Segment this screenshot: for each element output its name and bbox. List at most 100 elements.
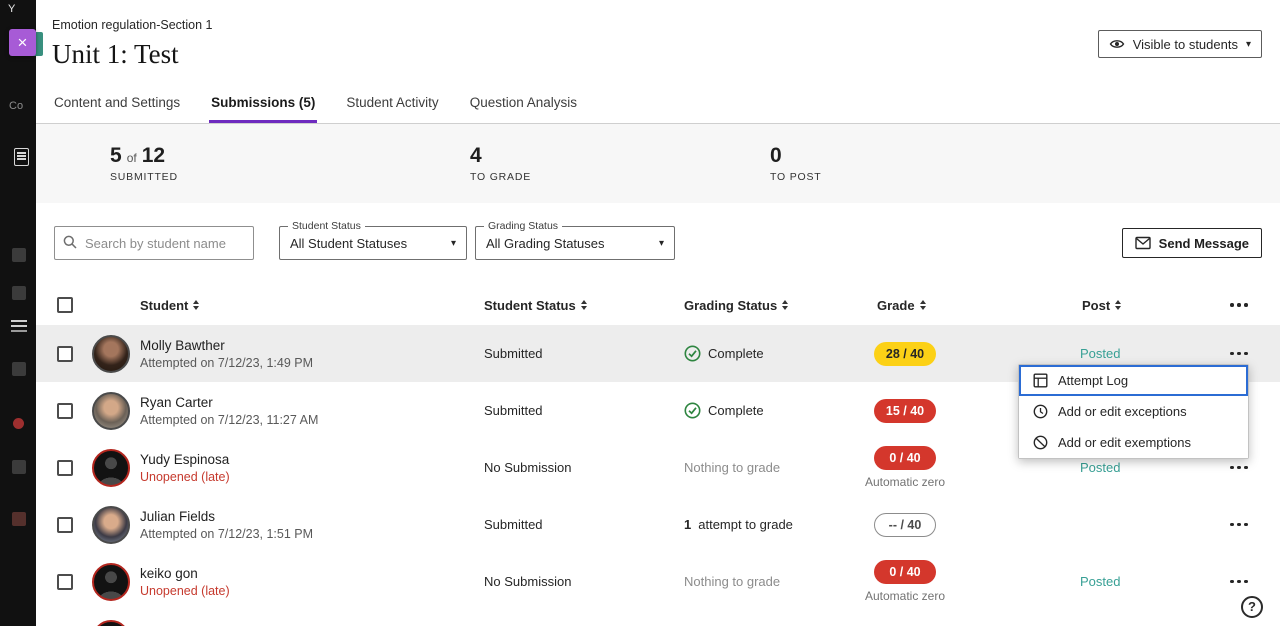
row-checkbox[interactable]: [57, 346, 73, 362]
avatar: [92, 449, 130, 487]
post-status[interactable]: Posted: [1080, 346, 1120, 361]
col-header-post[interactable]: Post: [1050, 298, 1200, 313]
close-panel-button[interactable]: ×: [9, 29, 36, 56]
rail-text: Y: [8, 3, 15, 15]
row-overflow-menu[interactable]: [1228, 517, 1280, 533]
dropdown-value: All Student Statuses: [290, 236, 451, 251]
grade-pill[interactable]: 0 / 40: [874, 446, 936, 470]
attempt-info: Attempted on 7/12/23, 1:51 PM: [140, 527, 484, 541]
search-input[interactable]: [54, 226, 254, 260]
dropdown-value: All Grading Statuses: [486, 236, 659, 251]
stat-total: 12: [142, 144, 165, 168]
tab-student-activity[interactable]: Student Activity: [344, 87, 440, 123]
student-name-link[interactable]: Yudy Espinosa: [140, 452, 484, 467]
attempt-log-icon: [1032, 373, 1048, 388]
dropdown-label: Student Status: [288, 220, 365, 232]
grade-pill[interactable]: 28 / 40: [874, 342, 936, 366]
student-name-link[interactable]: Ryan Carter: [140, 395, 484, 410]
grade-pill[interactable]: -- / 40: [874, 513, 936, 537]
col-header-grade[interactable]: Grade: [855, 298, 1050, 313]
grade-note: Automatic zero: [865, 475, 945, 489]
tab-content-and-settings[interactable]: Content and Settings: [52, 87, 182, 123]
col-header-student-status[interactable]: Student Status: [484, 298, 684, 313]
student-status-cell: No Submission: [484, 574, 684, 589]
stat-value: 4: [470, 144, 482, 168]
attempt-info: Attempted on 7/12/23, 1:49 PM: [140, 356, 484, 370]
row-checkbox[interactable]: [57, 574, 73, 590]
tab-question-analysis[interactable]: Question Analysis: [468, 87, 579, 123]
alert-dot-icon: [13, 418, 24, 429]
breadcrumb: Emotion regulation-Section 1: [52, 18, 1260, 32]
student-name-link[interactable]: Molly Bawther: [140, 338, 484, 353]
rail-icon: [12, 286, 26, 300]
chevron-down-icon: ▾: [659, 238, 664, 249]
post-status[interactable]: Posted: [1080, 460, 1120, 475]
attempt-info: Attempted on 7/12/23, 11:27 AM: [140, 413, 484, 427]
stat-label: TO POST: [770, 171, 1130, 183]
table-row: Julian Fields Attempted on 7/12/23, 1:51…: [36, 496, 1280, 553]
stat-to-grade: 4 TO GRADE: [470, 144, 770, 203]
row-checkbox[interactable]: [57, 403, 73, 419]
row-checkbox[interactable]: [57, 517, 73, 533]
row-overflow-menu[interactable]: [1228, 574, 1280, 590]
student-status-cell: Submitted: [484, 403, 684, 418]
grade-pill[interactable]: 0 / 40: [874, 560, 936, 584]
table-overflow-menu[interactable]: [1228, 297, 1250, 313]
row-overflow-menu[interactable]: [1228, 346, 1280, 362]
visibility-label: Visible to students: [1133, 37, 1238, 52]
help-button[interactable]: ?: [1241, 596, 1263, 618]
grading-status-dropdown[interactable]: Grading Status All Grading Statuses ▾: [475, 226, 675, 260]
sort-icon: [920, 300, 926, 310]
avatar: [92, 563, 130, 601]
avatar: [92, 392, 130, 430]
avatar: [92, 506, 130, 544]
menu-item-add-edit-exemptions[interactable]: Add or edit exemptions: [1019, 427, 1248, 458]
visibility-dropdown-button[interactable]: Visible to students ▾: [1098, 30, 1262, 58]
avatar: [92, 335, 130, 373]
row-checkbox[interactable]: [57, 460, 73, 476]
menu-item-attempt-log[interactable]: Attempt Log: [1019, 365, 1248, 396]
student-search: [54, 226, 254, 260]
grading-status-cell: Nothing to grade: [684, 574, 855, 589]
avatar: [92, 620, 130, 626]
select-all-checkbox[interactable]: [57, 297, 73, 313]
menu-item-add-edit-exceptions[interactable]: Add or edit exceptions: [1019, 396, 1248, 427]
rail-icon: [12, 460, 26, 474]
col-header-grading-status[interactable]: Grading Status: [684, 298, 855, 313]
col-header-student[interactable]: Student: [140, 298, 484, 313]
student-name-link[interactable]: keiko gon: [140, 566, 484, 581]
envelope-icon: [1135, 236, 1151, 250]
stat-label: SUBMITTED: [110, 171, 470, 183]
stat-submitted: 5 of 12 SUBMITTED: [110, 144, 470, 203]
document-icon: [14, 148, 29, 166]
grade-pill[interactable]: 15 / 40: [874, 399, 936, 423]
sort-icon: [1115, 300, 1121, 310]
stat-to-post: 0 TO POST: [770, 144, 1130, 203]
student-status-dropdown[interactable]: Student Status All Student Statuses ▾: [279, 226, 467, 260]
table-header: Student Student Status Grading Status Gr…: [36, 285, 1280, 325]
student-status-cell: Submitted: [484, 346, 684, 361]
send-message-button[interactable]: Send Message: [1122, 228, 1262, 258]
tab-submissions[interactable]: Submissions (5): [209, 87, 317, 123]
student-name-link[interactable]: Julian Fields: [140, 509, 484, 524]
dropdown-label: Grading Status: [484, 220, 562, 232]
grading-status-cell: 1 attempt to grade: [684, 517, 855, 532]
complete-check-icon: [684, 345, 701, 362]
filter-bar: Student Status All Student Statuses ▾ Gr…: [36, 225, 1280, 261]
attempt-info: Unopened (late): [140, 470, 484, 484]
list-icon: [11, 320, 25, 332]
row-overflow-menu[interactable]: [1228, 460, 1280, 476]
chevron-down-icon: ▾: [1246, 39, 1251, 50]
student-status-cell: No Submission: [484, 460, 684, 475]
student-status-cell: Submitted: [484, 517, 684, 532]
rail-icon: [12, 512, 26, 526]
stat-label: TO GRADE: [470, 171, 770, 183]
post-status[interactable]: Posted: [1080, 574, 1120, 589]
page-title: Unit 1: Test: [52, 39, 1260, 70]
sort-icon: [193, 300, 199, 310]
table-row-partial: 0 / 40: [36, 610, 1280, 626]
attempt-info: Unopened (late): [140, 584, 484, 598]
grading-status-cell: Complete: [684, 402, 855, 419]
complete-check-icon: [684, 402, 701, 419]
clock-icon: [1032, 404, 1048, 419]
